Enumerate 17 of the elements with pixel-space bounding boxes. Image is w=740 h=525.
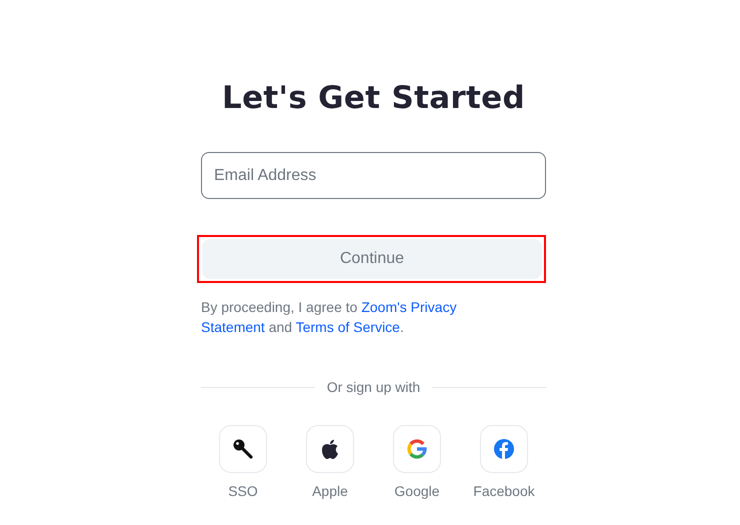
google-icon	[407, 439, 427, 459]
apple-icon	[321, 438, 339, 460]
provider-label: Apple	[312, 483, 348, 499]
key-icon	[232, 438, 254, 460]
facebook-icon	[494, 439, 514, 459]
page-title: Let's Get Started	[222, 80, 525, 116]
privacy-link[interactable]: Statement	[201, 319, 265, 335]
email-field[interactable]: Email Address	[201, 152, 546, 199]
provider-button[interactable]	[306, 425, 354, 473]
divider-label: Or sign up with	[326, 379, 420, 395]
provider-label: Google	[394, 483, 440, 499]
terms-text: By proceeding, I agree to Zoom's Privacy Statement and Terms of Service.	[201, 298, 458, 337]
provider-label: SSO	[228, 483, 258, 499]
privacy-link[interactable]: Zoom's Privacy	[361, 299, 457, 315]
terms-link[interactable]: Terms of Service	[296, 319, 400, 335]
provider-label: Facebook	[473, 483, 535, 499]
provider-button[interactable]	[219, 425, 267, 473]
